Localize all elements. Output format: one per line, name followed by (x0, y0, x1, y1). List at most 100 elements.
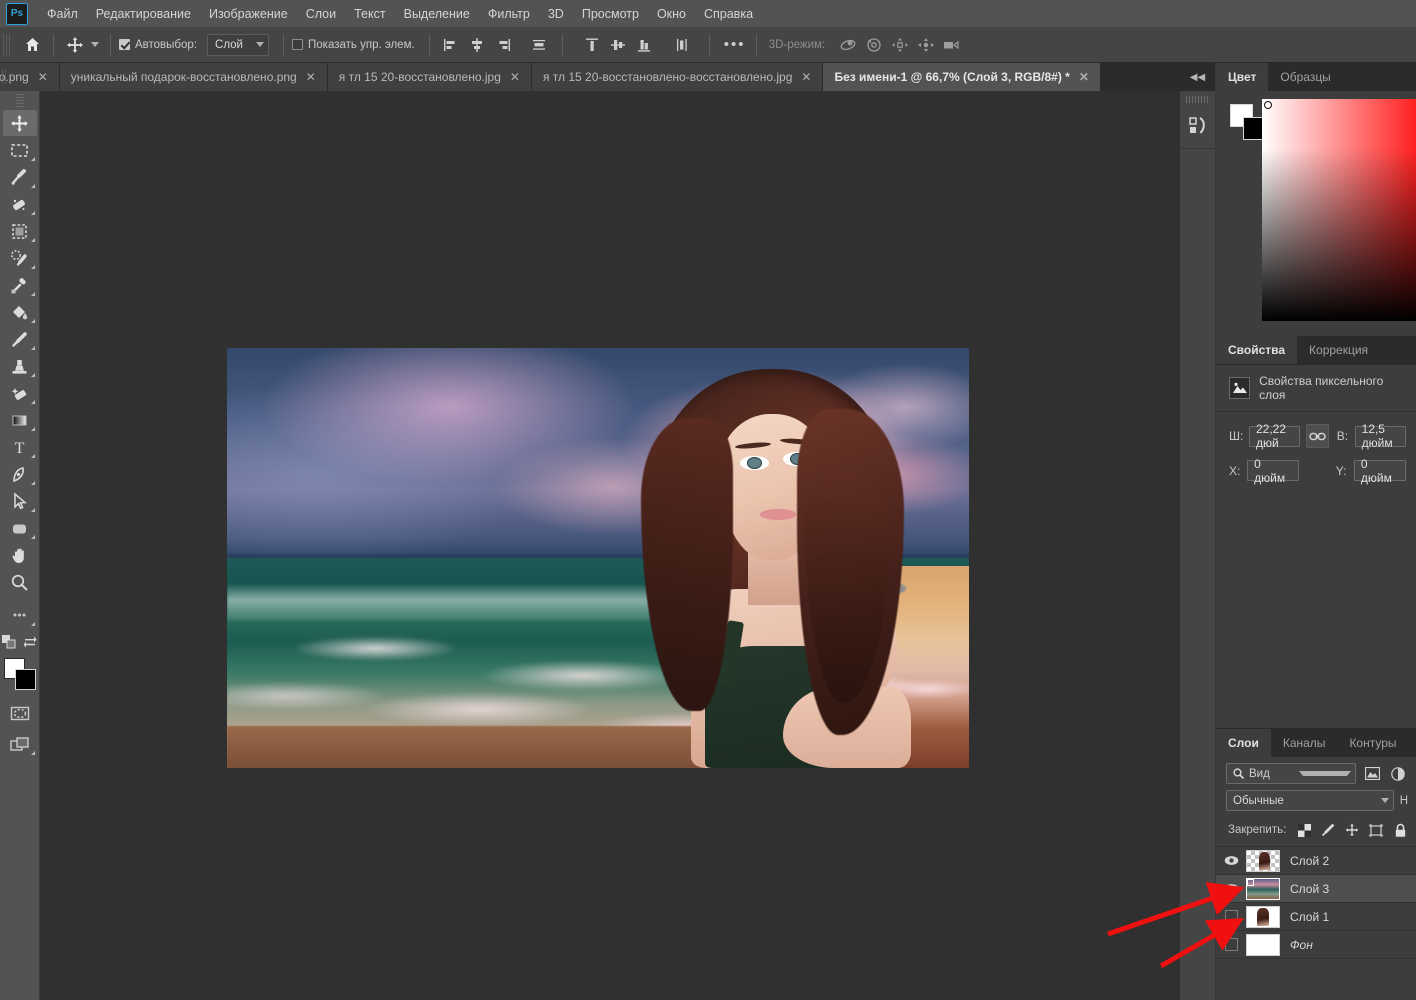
layer-visibility-toggle[interactable] (1216, 938, 1246, 951)
tab-paths[interactable]: Контуры (1337, 729, 1409, 757)
menu-item-view[interactable]: Просмотр (573, 3, 648, 25)
move-tool-options-chevron-icon[interactable] (88, 32, 102, 58)
edit-toolbar-tool[interactable] (3, 602, 37, 628)
lock-position-icon[interactable] (1344, 820, 1360, 840)
layer-filter-select[interactable]: Вид (1226, 763, 1356, 784)
lock-all-icon[interactable] (1392, 820, 1408, 840)
move-tool[interactable] (2, 110, 37, 136)
x-input[interactable]: 0 дюйм (1247, 457, 1300, 485)
close-icon[interactable]: ✕ (801, 71, 811, 83)
layer-thumbnail[interactable] (1246, 877, 1280, 900)
gradient-tool[interactable] (3, 407, 37, 433)
table-row[interactable]: Слой 2 (1216, 847, 1416, 875)
lasso-tool[interactable] (3, 164, 37, 190)
options-bar-grip[interactable] (3, 33, 12, 56)
tab-swatches[interactable]: Образцы (1268, 63, 1343, 91)
blend-mode-select[interactable]: Обычные (1226, 790, 1394, 811)
menu-item-layers[interactable]: Слои (297, 3, 345, 25)
align-right-icon[interactable] (490, 32, 516, 58)
menu-item-text[interactable]: Текст (345, 3, 394, 25)
link-aspect-icon[interactable] (1306, 424, 1329, 448)
layer-thumbnail[interactable] (1246, 905, 1280, 928)
table-row[interactable]: Слой 3 (1216, 875, 1416, 903)
menu-item-file[interactable]: Файл (38, 3, 87, 25)
align-left-icon[interactable] (438, 32, 464, 58)
color-panel[interactable] (1216, 91, 1416, 336)
menu-item-image[interactable]: Изображение (200, 3, 297, 25)
document-tab-3[interactable]: я тл 15 20-восстановлено.jpg ✕ (327, 63, 532, 91)
pen-tool[interactable] (3, 461, 37, 487)
layer-name[interactable]: Фон (1290, 938, 1313, 952)
lock-image-pixels-icon[interactable] (1320, 820, 1336, 840)
home-icon[interactable] (19, 32, 45, 58)
document-tab-4[interactable]: я тл 15 20-восстановлено-восстановлено.j… (531, 63, 824, 91)
menu-item-window[interactable]: Окно (648, 3, 695, 25)
swap-colors-icon[interactable] (23, 635, 37, 654)
quick-mask-icon[interactable] (3, 700, 37, 726)
type-tool[interactable]: T (3, 434, 37, 460)
document-artboard[interactable] (227, 348, 969, 768)
menu-item-help[interactable]: Справка (695, 3, 762, 25)
orbit-3d-icon[interactable] (835, 32, 861, 58)
menu-item-filter[interactable]: Фильтр (479, 3, 539, 25)
tools-panel-grip[interactable] (15, 94, 24, 107)
close-icon[interactable]: ✕ (38, 71, 48, 83)
layer-thumbnail[interactable] (1246, 933, 1280, 956)
roll-3d-icon[interactable] (861, 32, 887, 58)
close-icon[interactable]: ✕ (306, 71, 316, 83)
width-input[interactable]: 22,22 дюй (1249, 422, 1301, 450)
clone-stamp-tool[interactable] (3, 353, 37, 379)
eyedropper-tool[interactable] (3, 272, 37, 298)
lock-artboard-nesting-icon[interactable] (1368, 820, 1384, 840)
brush-tool[interactable] (3, 326, 37, 352)
show-transform-controls-checkbox[interactable] (292, 39, 304, 50)
align-top-icon[interactable] (579, 32, 605, 58)
slide-3d-icon[interactable] (913, 32, 939, 58)
tab-properties[interactable]: Свойства (1216, 336, 1298, 364)
camera-3d-icon[interactable] (939, 32, 965, 58)
layer-name[interactable]: Слой 1 (1290, 910, 1329, 924)
table-row[interactable]: Фон (1216, 931, 1416, 959)
screen-mode-icon[interactable] (3, 731, 37, 757)
magic-wand-tool[interactable] (3, 191, 37, 217)
menu-item-select[interactable]: Выделение (395, 3, 479, 25)
lock-transparent-pixels-icon[interactable] (1296, 820, 1312, 840)
tab-adjustments[interactable]: Коррекция (1297, 336, 1381, 364)
close-icon[interactable]: ✕ (510, 71, 520, 83)
path-selection-tool[interactable] (3, 488, 37, 514)
zoom-tool[interactable] (3, 569, 37, 595)
y-input[interactable]: 0 дюйм (1353, 457, 1406, 485)
layer-visibility-toggle[interactable] (1216, 883, 1246, 894)
hand-tool[interactable] (3, 542, 37, 568)
autoselect-checkbox[interactable] (119, 39, 130, 50)
eraser-tool[interactable] (3, 380, 37, 406)
rectangular-marquee-tool[interactable] (3, 137, 37, 163)
color-ramp-field[interactable] (1262, 99, 1416, 321)
color-swatches[interactable] (3, 658, 37, 692)
image-filter-icon[interactable] (1362, 764, 1382, 784)
layer-visibility-toggle[interactable] (1216, 910, 1246, 923)
spot-healing-brush-tool[interactable] (3, 245, 37, 271)
menu-item-edit[interactable]: Редактирование (87, 3, 200, 25)
align-bottom-icon[interactable] (631, 32, 657, 58)
layer-thumbnail[interactable] (1246, 849, 1280, 872)
autoselect-scope-select[interactable]: Слой (207, 33, 270, 56)
collapsed-dock-grip[interactable] (1185, 96, 1210, 103)
collapse-panels-icon[interactable]: ◀◀ (1180, 63, 1215, 91)
height-input[interactable]: 12,5 дюйм (1354, 422, 1406, 450)
table-row[interactable]: Слой 1 (1216, 903, 1416, 931)
close-icon[interactable]: ✕ (1079, 71, 1089, 83)
align-center-horizontal-icon[interactable] (464, 32, 490, 58)
background-color-swatch[interactable] (14, 669, 36, 690)
layer-name[interactable]: Слой 3 (1290, 882, 1329, 896)
more-options-button[interactable]: ••• (718, 32, 752, 58)
color-panel-swatches[interactable] (1230, 104, 1266, 140)
rectangle-tool[interactable] (3, 515, 37, 541)
layer-visibility-toggle[interactable] (1216, 855, 1246, 866)
default-colors-icon[interactable] (2, 635, 16, 654)
document-tab-2[interactable]: уникальный подарок-восстановлено.png ✕ (59, 63, 328, 91)
pan-3d-icon[interactable] (887, 32, 913, 58)
layer-name[interactable]: Слой 2 (1290, 854, 1329, 868)
document-tab-5-active[interactable]: Без имени-1 @ 66,7% (Слой 3, RGB/8#) * ✕ (823, 63, 1101, 91)
paint-bucket-tool[interactable] (3, 299, 37, 325)
